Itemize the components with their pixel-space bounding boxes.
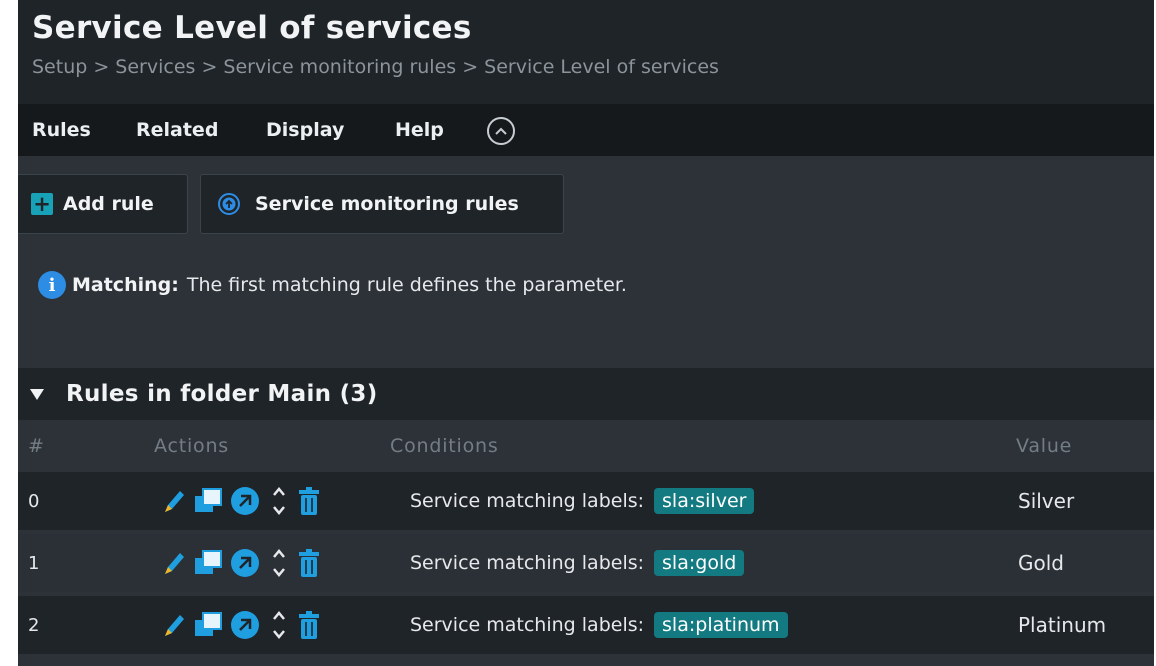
- sort-updown-icon[interactable]: [264, 608, 294, 642]
- clone-icon[interactable]: [192, 610, 226, 640]
- condition-label: Service matching labels:: [410, 490, 645, 512]
- col-value: Value: [1016, 435, 1073, 457]
- rule-actions: [156, 484, 324, 518]
- pencil-icon[interactable]: [156, 548, 192, 578]
- rule-actions: [156, 546, 324, 580]
- pencil-icon[interactable]: [156, 610, 192, 640]
- rule-actions: [156, 608, 324, 642]
- label-tag[interactable]: sla:platinum: [654, 612, 788, 638]
- rule-number: 0: [28, 490, 40, 512]
- title-bar: Service Level of services Setup > Servic…: [18, 0, 1154, 104]
- rule-value: Platinum: [1018, 613, 1107, 637]
- add-rule-button[interactable]: + Add rule: [18, 174, 188, 234]
- pencil-icon[interactable]: [156, 486, 192, 516]
- move-arrow-icon[interactable]: [226, 485, 264, 517]
- col-number: #: [28, 435, 45, 457]
- service-monitoring-rules-label: Service monitoring rules: [255, 193, 519, 215]
- table-header: # Actions Conditions Value: [18, 422, 1154, 472]
- menu-display[interactable]: Display: [266, 119, 344, 141]
- trash-icon[interactable]: [294, 485, 324, 517]
- menu-help[interactable]: Help: [395, 119, 444, 141]
- trash-icon[interactable]: [294, 547, 324, 579]
- condition-label: Service matching labels:: [410, 552, 645, 574]
- rule-condition: Service matching labels: sla:gold: [410, 550, 745, 576]
- matching-label: Matching:: [72, 274, 179, 296]
- rule-condition: Service matching labels: sla:silver: [410, 488, 755, 514]
- service-monitoring-rules-button[interactable]: Service monitoring rules: [200, 174, 564, 234]
- rule-value: Silver: [1018, 489, 1075, 513]
- folder-header[interactable]: Rules in folder Main (3): [18, 368, 1154, 420]
- menu-bar: Rules Related Display Help: [18, 104, 1154, 156]
- matching-info: i Matching: The first matching rule defi…: [38, 271, 627, 299]
- triangle-down-icon: [30, 388, 44, 400]
- add-rule-label: Add rule: [63, 193, 154, 215]
- rule-number: 1: [28, 552, 40, 574]
- info-icon: i: [38, 271, 66, 299]
- table-row: 2 Service matching labels: sla:platinum …: [18, 596, 1154, 654]
- breadcrumb[interactable]: Setup > Services > Service monitoring ru…: [32, 56, 719, 78]
- matching-text: The first matching rule defines the para…: [186, 274, 627, 296]
- sort-updown-icon[interactable]: [264, 484, 294, 518]
- chevron-up-icon: [495, 127, 507, 135]
- arrow-up-circle-icon: [217, 192, 241, 216]
- collapse-menu-toggle[interactable]: [487, 117, 515, 145]
- table-row: 0 Service matching labels: sla:silver Si…: [18, 472, 1154, 530]
- plus-icon: +: [31, 193, 53, 215]
- move-arrow-icon[interactable]: [226, 547, 264, 579]
- col-actions: Actions: [154, 435, 230, 457]
- rule-value: Gold: [1018, 551, 1064, 575]
- condition-label: Service matching labels:: [410, 614, 645, 636]
- page-title: Service Level of services: [32, 10, 472, 46]
- rule-condition: Service matching labels: sla:platinum: [410, 612, 788, 638]
- rule-number: 2: [28, 614, 40, 636]
- folder-title: Rules in folder Main (3): [66, 381, 378, 407]
- col-conditions: Conditions: [390, 435, 499, 457]
- table-row: 1 Service matching labels: sla:gold Gold: [18, 534, 1154, 592]
- label-tag[interactable]: sla:silver: [654, 488, 755, 514]
- menu-related[interactable]: Related: [136, 119, 218, 141]
- sort-updown-icon[interactable]: [264, 546, 294, 580]
- move-arrow-icon[interactable]: [226, 609, 264, 641]
- clone-icon[interactable]: [192, 486, 226, 516]
- trash-icon[interactable]: [294, 609, 324, 641]
- label-tag[interactable]: sla:gold: [654, 550, 745, 576]
- menu-rules[interactable]: Rules: [32, 119, 91, 141]
- clone-icon[interactable]: [192, 548, 226, 578]
- app-window: Service Level of services Setup > Servic…: [18, 0, 1154, 666]
